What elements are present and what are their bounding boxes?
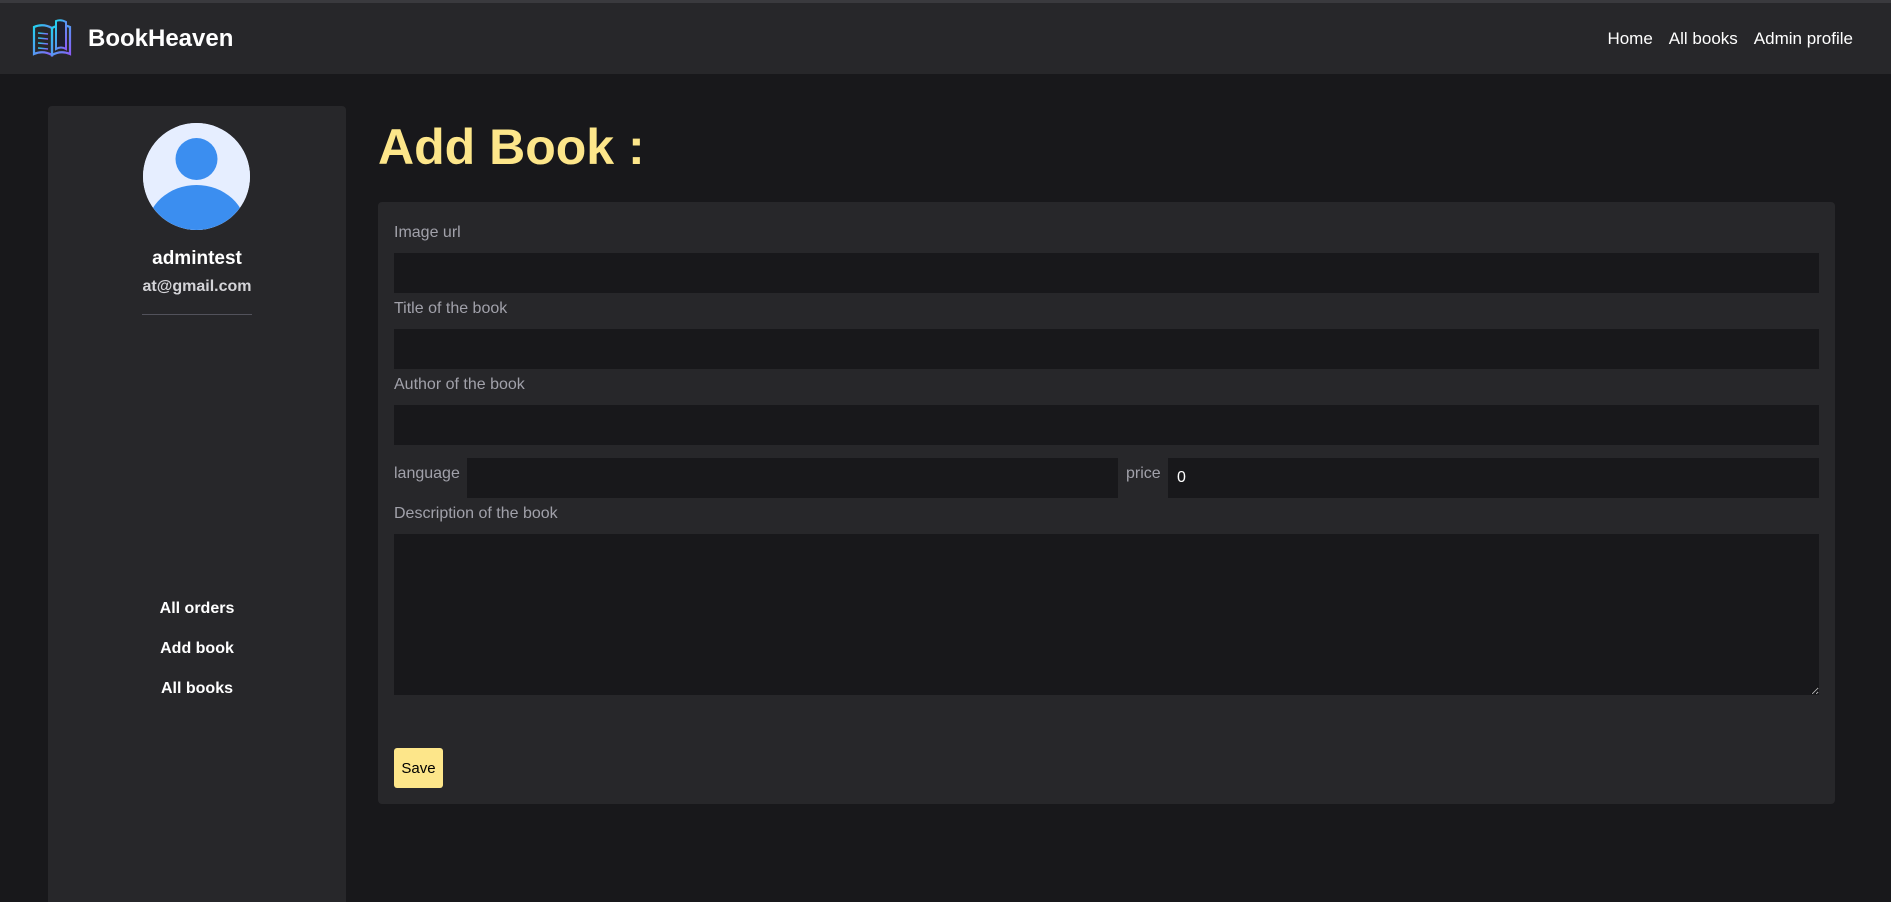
- language-input[interactable]: [467, 458, 1118, 498]
- sidebar-divider: [142, 314, 252, 315]
- nav-link-admin-profile[interactable]: Admin profile: [1754, 29, 1853, 49]
- author-input[interactable]: [394, 405, 1819, 445]
- brand[interactable]: BookHeaven: [30, 17, 233, 61]
- title-input[interactable]: [394, 329, 1819, 369]
- username: admintest: [152, 248, 242, 269]
- book-logo-icon: [30, 17, 74, 61]
- title-label: Title of the book: [394, 300, 508, 317]
- description-label: Description of the book: [394, 505, 558, 522]
- sidebar-menu: All orders Add book All books: [48, 589, 346, 709]
- sidebar-item-all-books[interactable]: All books: [48, 669, 346, 709]
- brand-name: BookHeaven: [88, 25, 234, 52]
- image-url-input[interactable]: [394, 253, 1819, 293]
- author-label: Author of the book: [394, 376, 525, 393]
- description-textarea[interactable]: [394, 534, 1819, 695]
- price-label: price: [1126, 465, 1161, 482]
- language-label: language: [394, 465, 460, 482]
- profile-sidebar: admintest at@gmail.com All orders Add bo…: [48, 106, 346, 902]
- nav-links: Home All books Admin profile: [1591, 29, 1853, 49]
- sidebar-item-add-book[interactable]: Add book: [48, 629, 346, 669]
- save-button[interactable]: Save: [394, 748, 443, 788]
- price-input[interactable]: [1168, 458, 1819, 498]
- avatar: [143, 123, 250, 230]
- nav-link-home[interactable]: Home: [1607, 29, 1652, 49]
- user-email: at@gmail.com: [142, 278, 252, 295]
- page-title: Add Book :: [378, 119, 645, 175]
- add-book-form: Image url Title of the book Author of th…: [378, 202, 1835, 804]
- nav-link-all-books[interactable]: All books: [1669, 29, 1738, 49]
- image-url-label: Image url: [394, 224, 461, 241]
- user-avatar-icon: [143, 123, 250, 230]
- top-navbar: BookHeaven Home All books Admin profile: [0, 3, 1891, 74]
- sidebar-item-all-orders[interactable]: All orders: [48, 589, 346, 629]
